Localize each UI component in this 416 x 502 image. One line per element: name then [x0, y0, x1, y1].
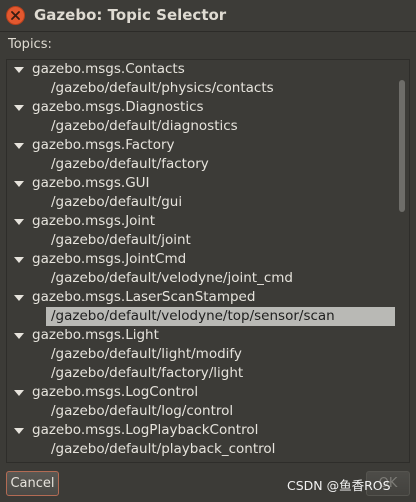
close-icon	[11, 11, 20, 20]
expand-arrow-icon[interactable]	[14, 390, 24, 396]
tree-group-row[interactable]: gazebo.msgs.Factory	[7, 136, 395, 155]
topic-label: /gazebo/default/factory	[51, 156, 209, 172]
expand-arrow-icon[interactable]	[14, 67, 24, 73]
cancel-button[interactable]: Cancel	[6, 471, 59, 496]
tree-group-row[interactable]: gazebo.msgs.LogPlaybackControl	[7, 421, 395, 440]
expand-arrow-icon[interactable]	[14, 181, 24, 187]
group-label: gazebo.msgs.Factory	[32, 137, 175, 153]
expand-arrow-icon[interactable]	[14, 143, 24, 149]
expand-arrow-icon[interactable]	[14, 219, 24, 225]
expand-arrow-icon[interactable]	[14, 257, 24, 263]
vertical-scrollbar[interactable]	[399, 80, 405, 212]
topic-label: /gazebo/default/velodyne/joint_cmd	[51, 270, 293, 286]
tree-group-row[interactable]: gazebo.msgs.Joint	[7, 212, 395, 231]
group-label: gazebo.msgs.Diagnostics	[32, 99, 204, 115]
topic-label: /gazebo/default/joint	[51, 232, 191, 248]
topic-label: /gazebo/default/gui	[51, 194, 183, 210]
topic-label: /gazebo/default/light/modify	[51, 346, 242, 362]
group-label: gazebo.msgs.LogControl	[32, 384, 199, 400]
tree-topic-row[interactable]: /gazebo/default/factory/light	[7, 364, 395, 383]
tree-topic-row[interactable]: /gazebo/default/factory	[7, 155, 395, 174]
tree-topic-row[interactable]: /gazebo/default/velodyne/top/sensor/scan	[46, 307, 395, 326]
window-title: Gazebo: Topic Selector	[34, 6, 227, 24]
expand-arrow-icon[interactable]	[14, 428, 24, 434]
topic-label: /gazebo/default/physics/contacts	[51, 80, 274, 96]
group-label: gazebo.msgs.LogPlaybackControl	[32, 422, 259, 438]
title-bar[interactable]: Gazebo: Topic Selector	[0, 0, 416, 32]
tree-group-row[interactable]: gazebo.msgs.Light	[7, 326, 395, 345]
topics-label: Topics:	[8, 37, 52, 52]
tree-topic-row[interactable]: /gazebo/default/diagnostics	[7, 117, 395, 136]
tree-topic-row[interactable]: /gazebo/default/gui	[7, 193, 395, 212]
group-label: gazebo.msgs.LaserScanStamped	[32, 289, 256, 305]
tree-group-row[interactable]: gazebo.msgs.Diagnostics	[7, 98, 395, 117]
tree-group-row[interactable]: gazebo.msgs.LogControl	[7, 383, 395, 402]
topic-selector-window: Gazebo: Topic Selector Topics: /gazebo/d…	[0, 0, 416, 502]
group-label: gazebo.msgs.Light	[32, 327, 159, 343]
group-label: gazebo.msgs.Contacts	[32, 61, 185, 77]
tree-group-row[interactable]: gazebo.msgs.LaserScanStamped	[7, 288, 395, 307]
tree-group-row[interactable]: gazebo.msgs.GUI	[7, 174, 395, 193]
tree-topic-row[interactable]: /gazebo/default/joint	[7, 231, 395, 250]
topic-label: /gazebo/default/diagnostics	[51, 118, 238, 134]
expand-arrow-icon[interactable]	[14, 295, 24, 301]
group-label: gazebo.msgs.JointCmd	[32, 251, 187, 267]
close-button[interactable]	[6, 6, 25, 25]
expand-arrow-icon[interactable]	[14, 105, 24, 111]
topic-label: /gazebo/default/velodyne/top/sensor/scan	[51, 308, 335, 324]
tree-topic-row[interactable]: /gazebo/default/log/control	[7, 402, 395, 421]
topic-label: /gazebo/default/playback_control	[51, 441, 276, 457]
tree-topic-row[interactable]: /gazebo/default/physics/contacts	[7, 79, 395, 98]
topic-tree[interactable]: /gazebo/default/playback_control gazebo.m…	[6, 59, 410, 463]
group-label: gazebo.msgs.Joint	[32, 213, 156, 229]
tree-topic-row[interactable]: /gazebo/default/velodyne/joint_cmd	[7, 269, 395, 288]
topic-label: /gazebo/default/log/control	[51, 403, 234, 419]
tree-group-row[interactable]: gazebo.msgs.JointCmd	[7, 250, 395, 269]
group-label: gazebo.msgs.GUI	[32, 175, 150, 191]
tree-topic-row[interactable]: /gazebo/default/playback_control	[7, 440, 395, 459]
tree-topic-row[interactable]: /gazebo/default/light/modify	[7, 345, 395, 364]
expand-arrow-icon[interactable]	[14, 333, 24, 339]
watermark: CSDN @鱼香ROS	[287, 478, 391, 493]
topic-label: /gazebo/default/factory/light	[51, 365, 244, 381]
tree-group-row[interactable]: gazebo.msgs.Contacts	[7, 60, 395, 79]
